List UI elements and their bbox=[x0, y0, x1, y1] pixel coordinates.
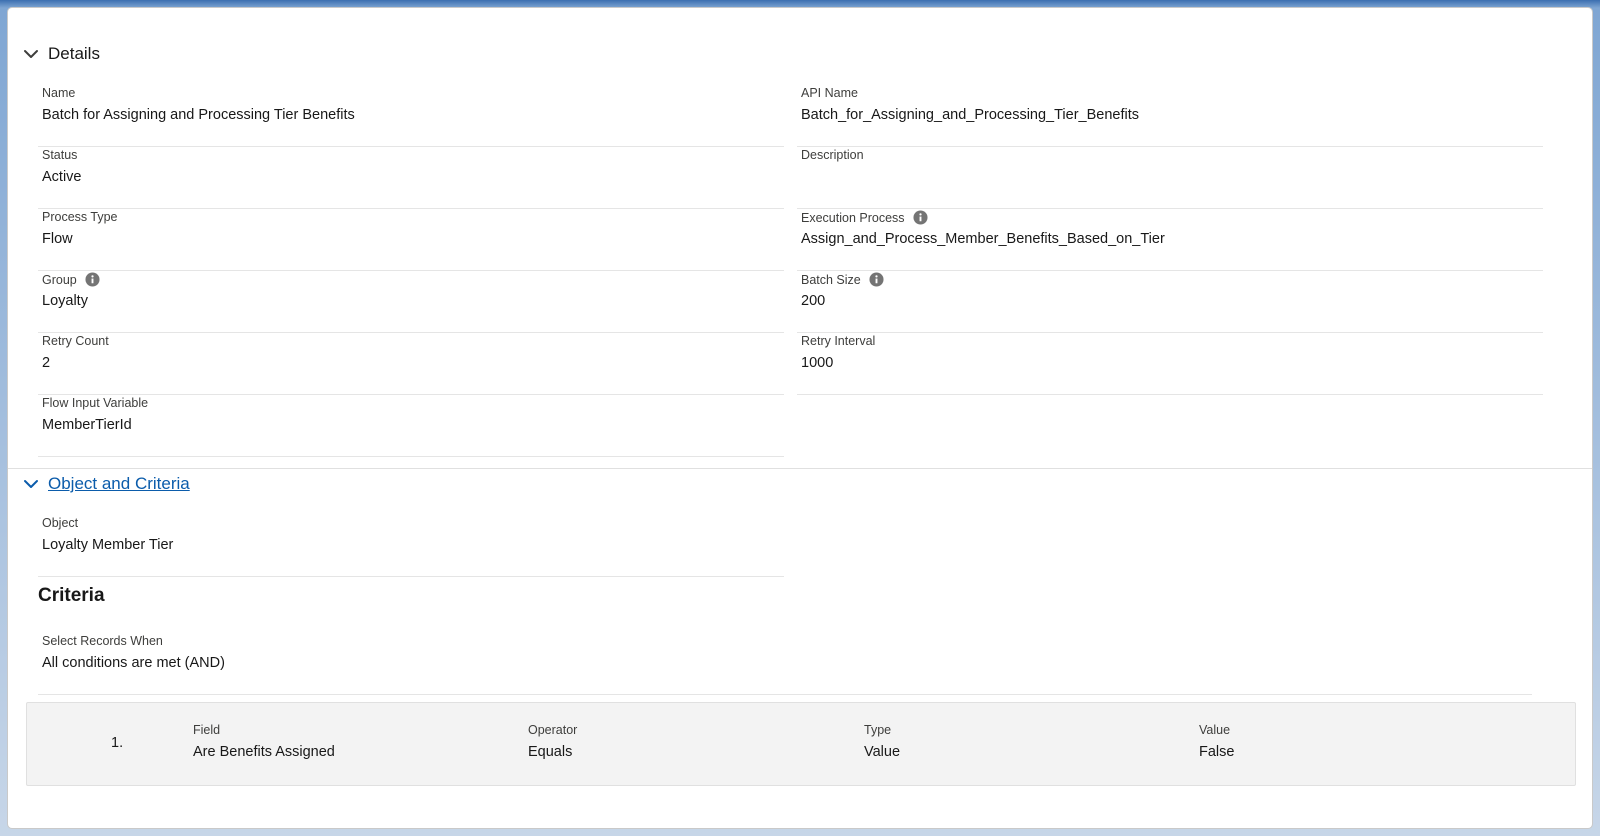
status-label: Status bbox=[42, 148, 78, 162]
process-type-label: Process Type bbox=[42, 210, 118, 224]
group-label-row: Group bbox=[42, 272, 100, 287]
group-value: Loyalty bbox=[42, 293, 88, 309]
flow-input-variable-field: Flow Input Variable MemberTierId bbox=[38, 396, 784, 457]
batch-size-label-row: Batch Size bbox=[801, 272, 884, 287]
info-icon[interactable] bbox=[913, 210, 928, 225]
condition-type-label: Type bbox=[864, 723, 892, 737]
select-records-label: Select Records When bbox=[42, 634, 163, 648]
api-name-label: API Name bbox=[801, 86, 858, 100]
batch-size-label: Batch Size bbox=[801, 272, 861, 287]
condition-field-column: Field Are Benefits Assigned bbox=[193, 723, 335, 760]
condition-number: 1. bbox=[111, 735, 124, 751]
select-records-field: Select Records When All conditions are m… bbox=[38, 634, 1532, 695]
object-criteria-section-title[interactable]: Object and Criteria bbox=[48, 474, 190, 494]
condition-row: 1. Field Are Benefits Assigned Operator … bbox=[26, 702, 1576, 786]
api-name-value: Batch_for_Assigning_and_Processing_Tier_… bbox=[801, 107, 1140, 123]
object-field: Object Loyalty Member Tier bbox=[38, 516, 784, 577]
condition-value-value: False bbox=[1199, 744, 1235, 760]
condition-operator-label: Operator bbox=[528, 723, 578, 737]
condition-field-label: Field bbox=[193, 723, 221, 737]
status-value: Active bbox=[42, 169, 82, 185]
info-icon[interactable] bbox=[85, 272, 100, 287]
name-label: Name bbox=[42, 86, 76, 100]
group-label: Group bbox=[42, 272, 77, 287]
condition-value-label: Value bbox=[1199, 723, 1231, 737]
criteria-heading: Criteria bbox=[38, 585, 105, 606]
section-divider bbox=[8, 468, 1592, 469]
chevron-down-icon[interactable] bbox=[22, 45, 40, 63]
execution-process-value: Assign_and_Process_Member_Benefits_Based… bbox=[801, 231, 1165, 247]
info-icon[interactable] bbox=[869, 272, 884, 287]
details-section-title: Details bbox=[48, 44, 100, 63]
api-name-field: API Name Batch_for_Assigning_and_Process… bbox=[797, 86, 1543, 147]
process-type-value: Flow bbox=[42, 231, 73, 247]
name-value: Batch for Assigning and Processing Tier … bbox=[42, 107, 355, 123]
retry-interval-label: Retry Interval bbox=[801, 334, 876, 348]
retry-count-label: Retry Count bbox=[42, 334, 109, 348]
condition-field-value: Are Benefits Assigned bbox=[193, 744, 335, 760]
retry-interval-value: 1000 bbox=[801, 355, 834, 371]
description-label: Description bbox=[801, 148, 864, 162]
process-type-field: Process Type Flow bbox=[38, 210, 784, 271]
condition-operator-column: Operator Equals bbox=[528, 723, 577, 760]
flow-input-variable-value: MemberTierId bbox=[42, 417, 132, 433]
status-field: Status Active bbox=[38, 148, 784, 209]
retry-interval-field: Retry Interval 1000 bbox=[797, 334, 1543, 395]
details-section-header[interactable]: Details bbox=[22, 44, 100, 64]
object-label: Object bbox=[42, 516, 79, 530]
condition-value-column: Value False bbox=[1199, 723, 1234, 760]
retry-count-field: Retry Count 2 bbox=[38, 334, 784, 395]
flow-input-variable-label: Flow Input Variable bbox=[42, 396, 149, 410]
condition-operator-value: Equals bbox=[528, 744, 573, 760]
description-field: Description bbox=[797, 148, 1543, 209]
batch-size-field: Batch Size 200 bbox=[797, 272, 1543, 333]
condition-type-value: Value bbox=[864, 744, 901, 760]
name-field: Name Batch for Assigning and Processing … bbox=[38, 86, 784, 147]
batch-size-value: 200 bbox=[801, 293, 826, 309]
group-field: Group Loyalty bbox=[38, 272, 784, 333]
select-records-value: All conditions are met (AND) bbox=[42, 655, 225, 671]
object-criteria-section-header[interactable]: Object and Criteria bbox=[22, 474, 190, 494]
retry-count-value: 2 bbox=[42, 355, 51, 371]
execution-process-label-row: Execution Process bbox=[801, 210, 928, 225]
object-value: Loyalty Member Tier bbox=[42, 537, 174, 553]
execution-process-label: Execution Process bbox=[801, 210, 905, 225]
chevron-down-icon[interactable] bbox=[22, 475, 40, 493]
record-detail-card: Details Name Batch for Assigning and Pro… bbox=[8, 8, 1592, 828]
condition-type-column: Type Value bbox=[864, 723, 900, 760]
execution-process-field: Execution Process Assign_and_Process_Mem… bbox=[797, 210, 1543, 271]
